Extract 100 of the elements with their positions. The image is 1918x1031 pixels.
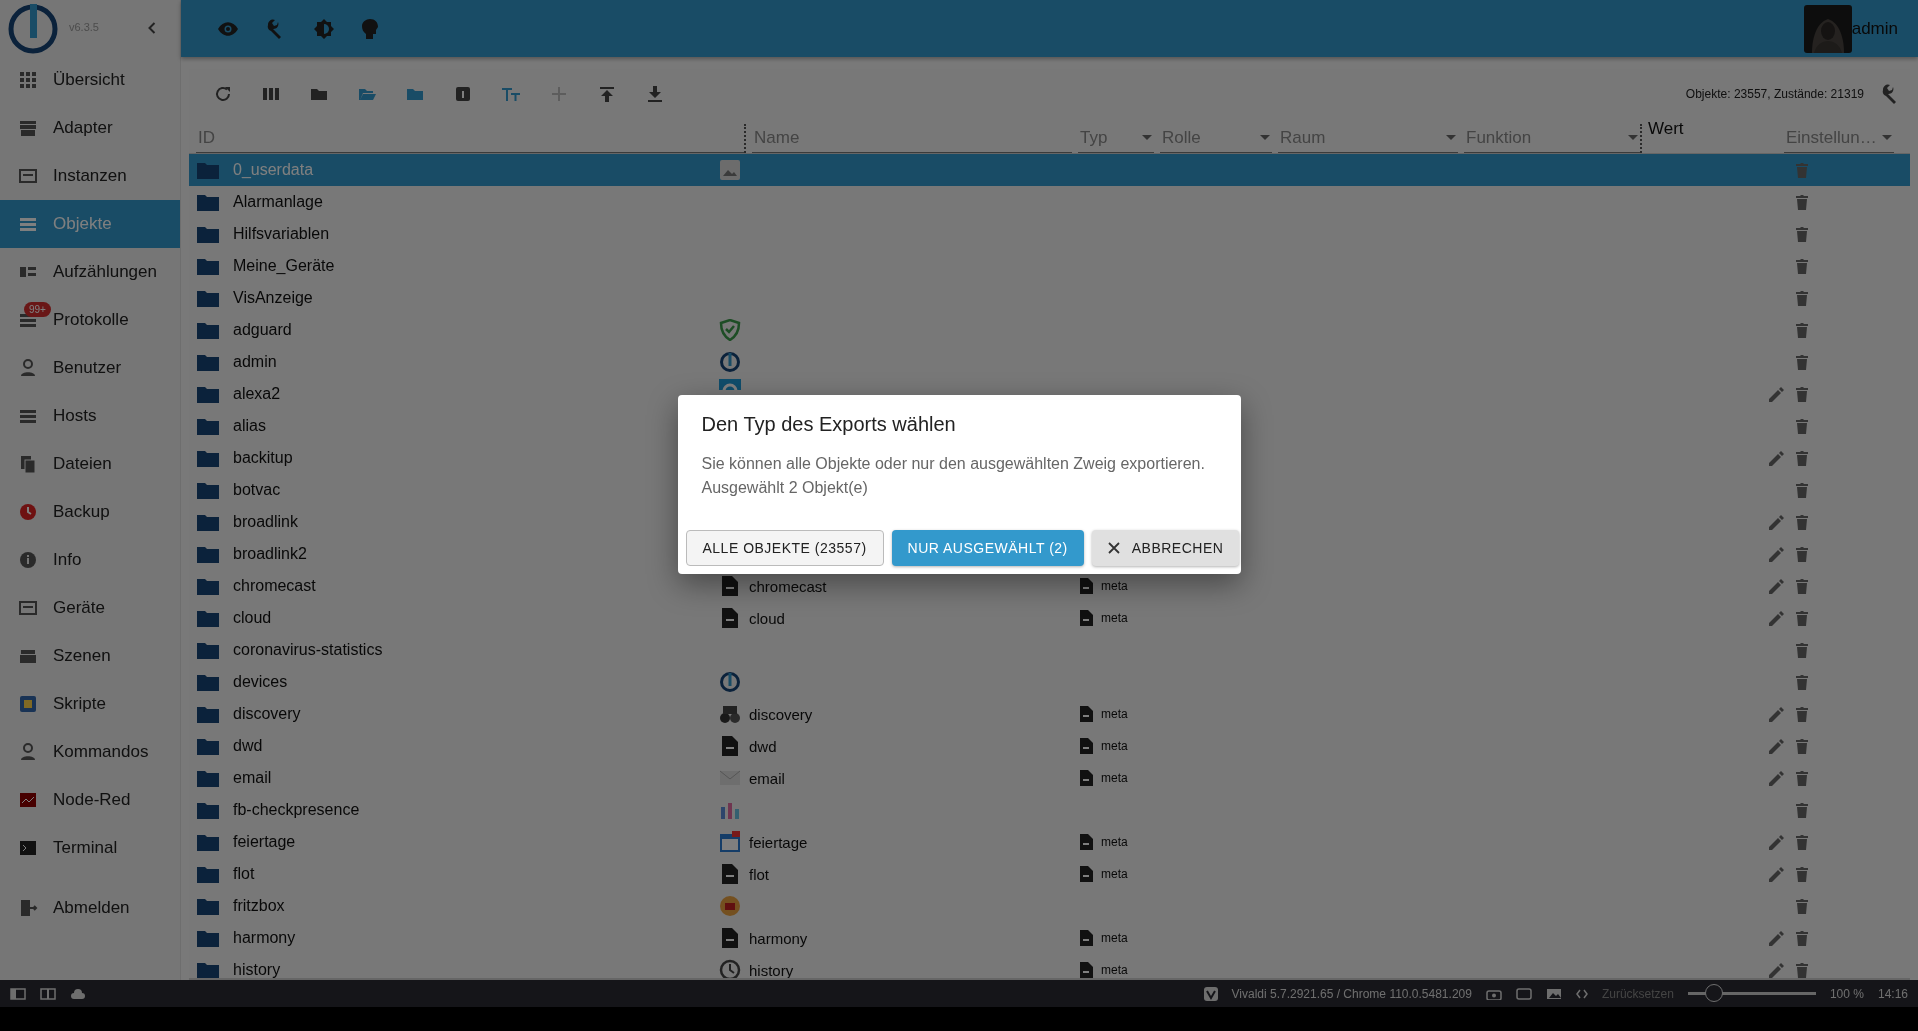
brightness-icon[interactable]: [313, 17, 335, 40]
object-id[interactable]: botvac: [233, 481, 281, 499]
head-icon[interactable]: [361, 17, 379, 40]
export-button[interactable]: ALLE OBJEKTE (23557): [685, 530, 884, 566]
sidebar-item[interactable]: Objekte: [0, 200, 180, 248]
object-id[interactable]: discovery: [233, 705, 301, 723]
sidebar-item[interactable]: Node-Red: [0, 776, 180, 824]
sidebar-item[interactable]: Adapter: [0, 104, 180, 152]
delete-icon[interactable]: [1795, 258, 1809, 274]
edit-icon[interactable]: [1769, 962, 1785, 978]
export-button[interactable]: NUR AUSGEWÄHLT (2): [891, 530, 1084, 566]
object-id[interactable]: devices: [233, 673, 288, 691]
delete-icon[interactable]: [1795, 226, 1809, 242]
delete-icon[interactable]: [1795, 322, 1809, 338]
cancel-button[interactable]: ABBRECHEN: [1091, 530, 1240, 566]
delete-icon[interactable]: [1795, 962, 1809, 978]
object-id[interactable]: alias: [233, 417, 266, 435]
object-type: meta: [1101, 771, 1128, 785]
delete-icon[interactable]: [1795, 930, 1809, 946]
object-id[interactable]: backitup: [233, 449, 293, 467]
delete-icon[interactable]: [1795, 834, 1809, 850]
object-id[interactable]: admin: [233, 353, 277, 371]
chevron-left-icon[interactable]: [148, 22, 156, 34]
cloud-icon[interactable]: [70, 987, 86, 1000]
object-id[interactable]: broadlink: [233, 513, 298, 531]
object-id[interactable]: harmony: [233, 929, 296, 947]
tiles-icon[interactable]: [40, 987, 56, 1000]
delete-icon[interactable]: [1795, 354, 1809, 370]
object-id[interactable]: fritzbox: [233, 897, 285, 915]
object-id[interactable]: fb-checkpresence: [233, 801, 360, 819]
object-id[interactable]: history: [233, 961, 281, 978]
object-id[interactable]: flot: [233, 865, 255, 883]
object-id[interactable]: dwd: [233, 737, 263, 755]
edit-icon[interactable]: [1769, 930, 1785, 946]
delete-icon[interactable]: [1795, 642, 1809, 658]
object-id[interactable]: Hilfsvariablen: [233, 225, 330, 243]
object-type: meta: [1101, 931, 1128, 945]
edit-icon[interactable]: [1769, 738, 1785, 754]
edit-icon[interactable]: [1769, 514, 1785, 530]
eye-icon[interactable]: [217, 20, 239, 37]
sidebar-item[interactable]: Backup: [0, 488, 180, 536]
delete-icon[interactable]: [1795, 450, 1809, 466]
delete-icon[interactable]: [1795, 866, 1809, 882]
delete-icon[interactable]: [1795, 898, 1809, 914]
slider-thumb[interactable]: [1704, 984, 1723, 1002]
edit-icon[interactable]: [1769, 770, 1785, 786]
sidebar-item[interactable]: Instanzen: [0, 152, 180, 200]
delete-icon[interactable]: [1795, 738, 1809, 754]
code-icon[interactable]: [1575, 988, 1588, 999]
panel-icon[interactable]: [10, 987, 26, 1000]
delete-icon[interactable]: [1795, 290, 1809, 306]
sidebar-item[interactable]: Dateien: [0, 440, 180, 488]
edit-icon[interactable]: [1769, 578, 1785, 594]
edit-icon[interactable]: [1769, 450, 1785, 466]
sidebar-item[interactable]: Aufzählungen: [0, 248, 180, 296]
sidebar-item[interactable]: Abmelden: [0, 884, 180, 932]
delete-icon[interactable]: [1795, 674, 1809, 690]
object-id[interactable]: Meine_Geräte: [233, 257, 335, 275]
image-icon[interactable]: [1545, 987, 1562, 1000]
sidebar-item[interactable]: Terminal: [0, 824, 180, 872]
object-id[interactable]: Alarmanlage: [233, 193, 323, 211]
sidebar-item[interactable]: Kommandos: [0, 728, 180, 776]
edit-icon[interactable]: [1769, 866, 1785, 882]
delete-icon[interactable]: [1795, 514, 1809, 530]
edit-icon[interactable]: [1769, 610, 1785, 626]
sidebar-item[interactable]: Szenen: [0, 632, 180, 680]
sidebar-item[interactable]: Benutzer: [0, 344, 180, 392]
object-id[interactable]: broadlink2: [233, 545, 307, 563]
object-id[interactable]: cloud: [233, 609, 272, 627]
table-row[interactable]: 0_userdata: [189, 154, 1910, 186]
delete-icon[interactable]: [1795, 482, 1809, 498]
object-id[interactable]: feiertage: [233, 833, 296, 851]
folder-icon: [197, 641, 219, 659]
sidebar-item[interactable]: Skripte: [0, 680, 180, 728]
edit-icon[interactable]: [1769, 706, 1785, 722]
delete-icon[interactable]: [1795, 610, 1809, 626]
sidebar-item[interactable]: Geräte: [0, 584, 180, 632]
delete-icon[interactable]: [1795, 770, 1809, 786]
sidebar-item[interactable]: Übersicht: [0, 56, 180, 104]
edit-icon[interactable]: [1769, 386, 1785, 402]
camera-icon[interactable]: [1485, 987, 1502, 1000]
delete-icon[interactable]: [1795, 386, 1809, 402]
window-icon[interactable]: [1515, 987, 1532, 1000]
delete-icon[interactable]: [1795, 418, 1809, 434]
edit-icon[interactable]: [1769, 546, 1785, 562]
object-id[interactable]: coronavirus-statistics: [233, 641, 383, 659]
object-id[interactable]: chromecast: [233, 577, 316, 595]
object-id[interactable]: adguard: [233, 321, 292, 339]
delete-icon[interactable]: [1795, 578, 1809, 594]
delete-icon[interactable]: [1795, 802, 1809, 818]
edit-icon[interactable]: [1769, 834, 1785, 850]
object-id[interactable]: alexa2: [233, 385, 281, 403]
delete-icon[interactable]: [1795, 706, 1809, 722]
object-id[interactable]: VisAnzeige: [233, 289, 313, 307]
sidebar-item[interactable]: Info: [0, 536, 180, 584]
sidebar-item[interactable]: Hosts: [0, 392, 180, 440]
sidebar-item[interactable]: Protokolle 99+: [0, 296, 180, 344]
delete-icon[interactable]: [1795, 546, 1809, 562]
delete-icon[interactable]: [1795, 194, 1809, 210]
object-id[interactable]: email: [233, 769, 272, 787]
